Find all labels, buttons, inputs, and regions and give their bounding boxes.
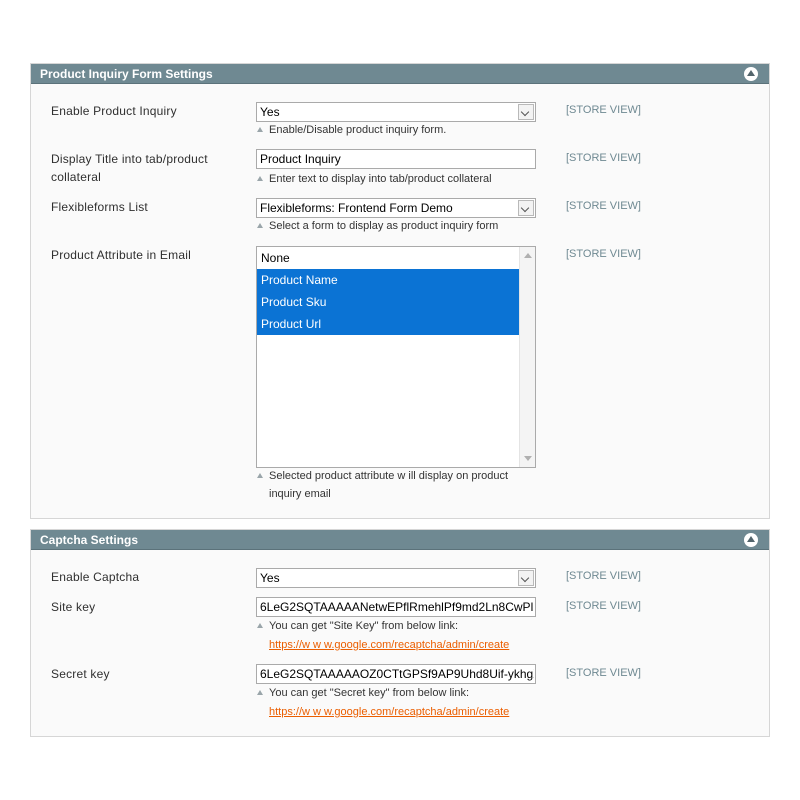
scope-label: [STORE VIEW] [566,200,641,212]
product-attribute-multiselect[interactable]: None Product Name Product Sku Product Ur… [256,246,536,468]
note-arrow-icon [257,623,263,628]
section-header[interactable]: Product Inquiry Form Settings [31,64,769,84]
scope-label: [STORE VIEW] [566,248,641,260]
section-title: Captcha Settings [40,533,139,547]
captcha-section: Captcha Settings Enable Captcha Yes [STO… [30,529,770,737]
field-note: You can get "Secret key" from below link… [257,684,470,702]
secret-key-input[interactable]: 6LeG2SQTAAAAAOZ0CTtGPSf9AP9Uhd8Uif-ykhgX [256,664,536,684]
input-value: Product Inquiry [260,152,341,166]
note-text: You can get "Secret key" from below link… [269,687,470,699]
note-arrow-icon [257,127,263,132]
enable-product-inquiry-select[interactable]: Yes [256,102,536,122]
note-arrow-icon [257,223,263,228]
scope-label: [STORE VIEW] [566,667,641,679]
flexibleforms-list-label: Flexibleforms List [51,200,148,214]
section-header[interactable]: Captcha Settings [31,530,769,550]
flexibleforms-list-select[interactable]: Flexibleforms: Frontend Form Demo [256,198,536,218]
dropdown-arrow-icon[interactable] [518,570,534,586]
enable-product-inquiry-label: Enable Product Inquiry [51,104,177,118]
collapse-icon[interactable] [744,533,758,547]
dropdown-arrow-icon[interactable] [518,104,534,120]
select-value: Yes [260,571,280,585]
select-value: Flexibleforms: Frontend Form Demo [260,201,453,215]
note-text: Enable/Disable product inquiry form. [269,124,447,136]
note-text: inquiry email [269,488,331,500]
scope-label: [STORE VIEW] [566,570,641,582]
vertical-scrollbar[interactable] [519,247,535,467]
input-value: 6LeG2SQTAAAAANetwEPflRmehlPf9md2Ln8CwPl [260,600,534,614]
product-inquiry-section: Product Inquiry Form Settings Enable Pro… [30,63,770,519]
secret-key-label: Secret key [51,667,110,681]
recaptcha-secret-key-link[interactable]: https://w w w.google.com/recaptcha/admin… [269,705,509,719]
note-arrow-icon [257,690,263,695]
note-text: Enter text to display into tab/product c… [269,173,492,185]
collapse-icon[interactable] [744,67,758,81]
option-none[interactable]: None [257,247,519,269]
section-title: Product Inquiry Form Settings [40,67,213,81]
field-note: Select a form to display as product inqu… [257,217,499,235]
scope-label: [STORE VIEW] [566,104,641,116]
note-arrow-icon [257,473,263,478]
scroll-down-icon[interactable] [524,456,532,461]
select-value: Yes [260,105,280,119]
option-product-name[interactable]: Product Name [257,269,519,291]
display-title-label-line1: Display Title into tab/product [51,152,208,166]
option-product-sku[interactable]: Product Sku [257,291,519,313]
enable-captcha-label: Enable Captcha [51,570,140,584]
option-product-url[interactable]: Product Url [257,313,519,335]
dropdown-arrow-icon[interactable] [518,200,534,216]
input-value: 6LeG2SQTAAAAAOZ0CTtGPSf9AP9Uhd8Uif-ykhgX [260,667,534,681]
enable-captcha-select[interactable]: Yes [256,568,536,588]
site-key-label: Site key [51,600,96,614]
field-note: Enable/Disable product inquiry form. [257,121,447,139]
field-note-continued: inquiry email [269,485,331,503]
recaptcha-site-key-link[interactable]: https://w w w.google.com/recaptcha/admin… [269,638,509,652]
field-note: Enter text to display into tab/product c… [257,170,492,188]
note-text: Selected product attribute w ill display… [269,470,509,482]
site-key-input[interactable]: 6LeG2SQTAAAAANetwEPflRmehlPf9md2Ln8CwPl [256,597,536,617]
scroll-up-icon[interactable] [524,253,532,258]
note-arrow-icon [257,176,263,181]
field-note: Selected product attribute w ill display… [257,467,509,485]
note-text: You can get "Site Key" from below link: [269,620,459,632]
scope-label: [STORE VIEW] [566,600,641,612]
display-title-input[interactable]: Product Inquiry [256,149,536,169]
note-text: Select a form to display as product inqu… [269,220,499,232]
product-attribute-email-label: Product Attribute in Email [51,248,191,262]
field-note: You can get "Site Key" from below link: [257,617,459,635]
scope-label: [STORE VIEW] [566,152,641,164]
display-title-label-line2: collateral [51,170,102,184]
